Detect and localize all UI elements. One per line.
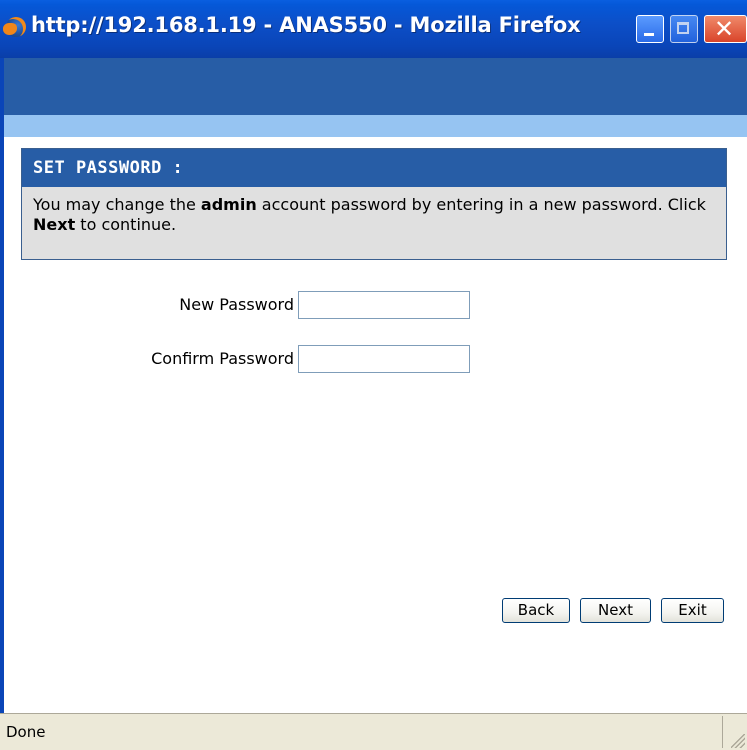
exit-button[interactable]: Exit xyxy=(661,598,724,623)
resize-grip-icon[interactable] xyxy=(731,734,745,748)
title-bar[interactable]: http://192.168.1.19 - ANAS550 - Mozilla … xyxy=(0,0,747,58)
header-banner xyxy=(4,58,747,115)
new-password-label: New Password xyxy=(179,295,294,314)
description-text: account password by entering in a new pa… xyxy=(256,195,706,214)
minimize-button[interactable] xyxy=(636,15,664,43)
close-icon: ✕ xyxy=(714,15,735,43)
back-button[interactable]: Back xyxy=(502,598,570,623)
confirm-password-row: Confirm Password xyxy=(4,345,294,373)
maximize-button[interactable] xyxy=(670,15,698,43)
firefox-icon xyxy=(3,17,26,37)
close-button[interactable]: ✕ xyxy=(704,15,747,43)
status-bar: Done xyxy=(0,713,747,750)
next-button[interactable]: Next xyxy=(580,598,651,623)
window-title: http://192.168.1.19 - ANAS550 - Mozilla … xyxy=(31,13,581,37)
new-password-row: New Password xyxy=(4,291,294,319)
description-admin: admin xyxy=(200,195,257,214)
description-text: You may change the xyxy=(33,195,201,214)
set-password-panel: SET PASSWORD : You may change the admin … xyxy=(21,148,727,260)
header-stripe xyxy=(4,115,747,137)
description-next: Next xyxy=(33,215,76,234)
new-password-input[interactable] xyxy=(298,291,470,319)
description-text: to continue. xyxy=(75,215,177,234)
status-divider xyxy=(722,716,723,748)
confirm-password-label: Confirm Password xyxy=(151,349,294,368)
browser-window: http://192.168.1.19 - ANAS550 - Mozilla … xyxy=(0,0,747,750)
status-text: Done xyxy=(6,723,46,741)
confirm-password-input[interactable] xyxy=(298,345,470,373)
page-content: SET PASSWORD : You may change the admin … xyxy=(0,58,747,713)
panel-title: SET PASSWORD : xyxy=(22,149,726,187)
panel-description: You may change the admin account passwor… xyxy=(22,187,726,235)
